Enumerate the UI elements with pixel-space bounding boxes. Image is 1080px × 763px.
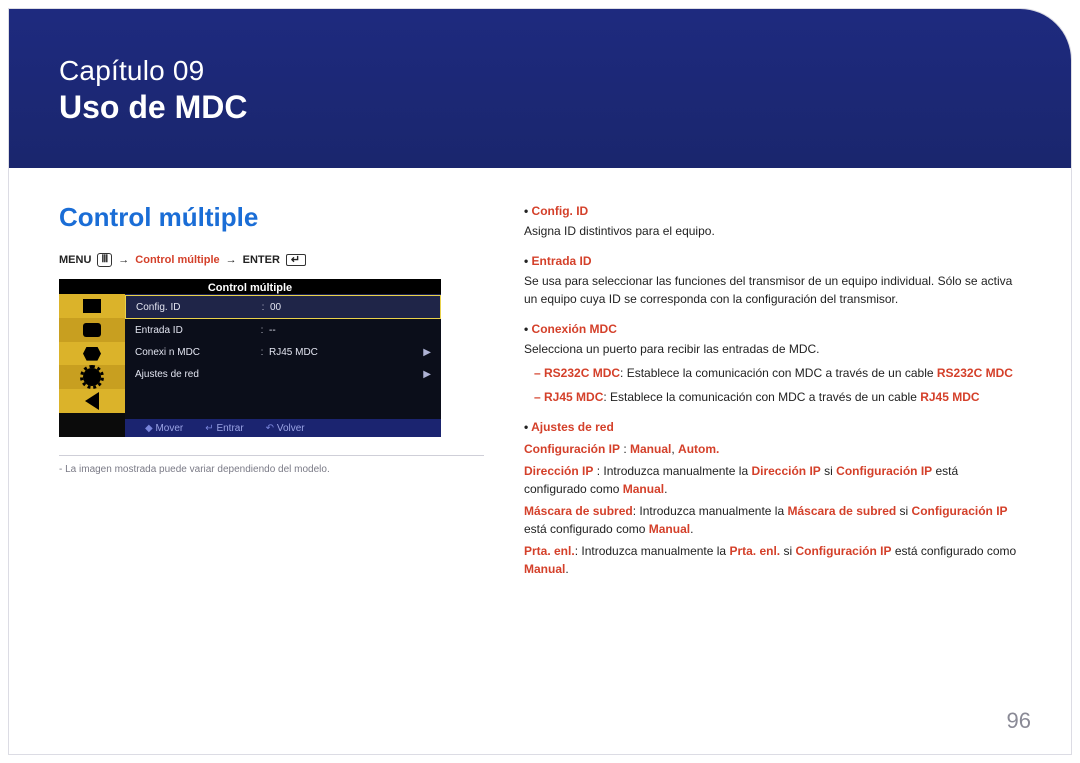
sub-rs232c: RS232C MDC: Establece la comunicación co… bbox=[524, 364, 1021, 382]
osd-hint-move: Mover bbox=[145, 423, 183, 434]
osd-tab-icon bbox=[59, 318, 125, 342]
osd-row[interactable]: Conexi n MDC : RJ45 MDC ▶ bbox=[125, 341, 441, 363]
mascara-line: Máscara de subred: Introduzca manualment… bbox=[524, 502, 1021, 538]
osd-row-value: 00 bbox=[270, 302, 414, 313]
osd-title: Control múltiple bbox=[208, 282, 292, 294]
osd-tab-gear-icon bbox=[59, 365, 125, 389]
divider bbox=[59, 455, 484, 456]
arrow-icon: → bbox=[226, 254, 237, 266]
figure-note: La imagen mostrada puede variar dependie… bbox=[59, 464, 484, 475]
chevron-right-icon: ▶ bbox=[415, 347, 431, 358]
path-item: Control múltiple bbox=[135, 254, 219, 266]
page: Capítulo 09 Uso de MDC Control múltiple … bbox=[8, 8, 1072, 755]
arrow-icon: → bbox=[118, 254, 129, 266]
enter-label: ENTER bbox=[243, 254, 280, 266]
direccion-line: Dirección IP : Introduzca manualmente la… bbox=[524, 462, 1021, 498]
osd-tab-back-icon bbox=[59, 389, 125, 413]
sub-rj45: RJ45 MDC: Establece la comunicación con … bbox=[524, 388, 1021, 406]
chevron-right-icon: ▶ bbox=[415, 369, 431, 380]
osd-row-label: Ajustes de red bbox=[135, 369, 255, 380]
bullet-label: Entrada ID bbox=[524, 254, 592, 268]
osd-row[interactable]: Ajustes de red ▶ bbox=[125, 363, 441, 385]
chapter-title: Uso de MDC bbox=[59, 89, 1021, 126]
osd-sidebar bbox=[59, 294, 125, 437]
gateway-line: Prta. enl.: Introduzca manualmente la Pr… bbox=[524, 542, 1021, 578]
right-column: Config. ID Asigna ID distintivos para el… bbox=[524, 202, 1021, 590]
left-column: Control múltiple MENU Ⅲ → Control múltip… bbox=[59, 202, 484, 590]
menu-icon: Ⅲ bbox=[97, 253, 112, 267]
osd-tab-icon bbox=[59, 342, 125, 366]
osd-row[interactable]: Entrada ID : -- bbox=[125, 319, 441, 341]
menu-label: MENU bbox=[59, 254, 91, 266]
ipconf-line: Configuración IP : Manual, Autom. bbox=[524, 440, 1021, 458]
osd-body: Config. ID : 00 Entrada ID : -- Conexi n… bbox=[125, 294, 441, 419]
osd-tab-icon bbox=[59, 294, 125, 318]
bullet-entrada-id: Entrada ID Se usa para seleccionar las f… bbox=[524, 252, 1021, 308]
osd-row-label: Conexi n MDC bbox=[135, 347, 255, 358]
osd-row-label: Config. ID bbox=[136, 302, 256, 313]
osd-row-value: -- bbox=[269, 325, 415, 336]
bullet-text: Asigna ID distintivos para el equipo. bbox=[524, 222, 1021, 240]
osd-hint-enter: Entrar bbox=[205, 423, 243, 434]
page-number: 96 bbox=[1007, 708, 1031, 734]
bullet-text: Se usa para seleccionar las funciones de… bbox=[524, 272, 1021, 308]
chapter-header: Capítulo 09 Uso de MDC bbox=[9, 9, 1071, 168]
chapter-label: Capítulo 09 bbox=[59, 55, 1021, 87]
osd-row-value: RJ45 MDC bbox=[269, 347, 415, 358]
bullet-ajustes: Ajustes de red Configuración IP : Manual… bbox=[524, 418, 1021, 578]
menu-path: MENU Ⅲ → Control múltiple → ENTER bbox=[59, 253, 484, 267]
enter-icon bbox=[286, 254, 306, 266]
section-heading: Control múltiple bbox=[59, 202, 484, 233]
osd-row-label: Entrada ID bbox=[135, 325, 255, 336]
osd-footer: Mover Entrar Volver bbox=[125, 419, 441, 437]
bullet-config-id: Config. ID Asigna ID distintivos para el… bbox=[524, 202, 1021, 240]
bullet-conexion: Conexión MDC Selecciona un puerto para r… bbox=[524, 320, 1021, 406]
bullet-text: Selecciona un puerto para recibir las en… bbox=[524, 340, 1021, 358]
bullet-label: Conexión MDC bbox=[524, 322, 617, 336]
osd-tab-empty bbox=[59, 413, 125, 437]
osd-screenshot: Control múltiple Config. ID : 00 bbox=[59, 279, 441, 437]
osd-row-selected[interactable]: Config. ID : 00 bbox=[125, 295, 441, 319]
osd-hint-back: Volver bbox=[266, 423, 305, 434]
bullet-label: Config. ID bbox=[524, 204, 588, 218]
bullet-label: Ajustes de red bbox=[524, 420, 614, 434]
